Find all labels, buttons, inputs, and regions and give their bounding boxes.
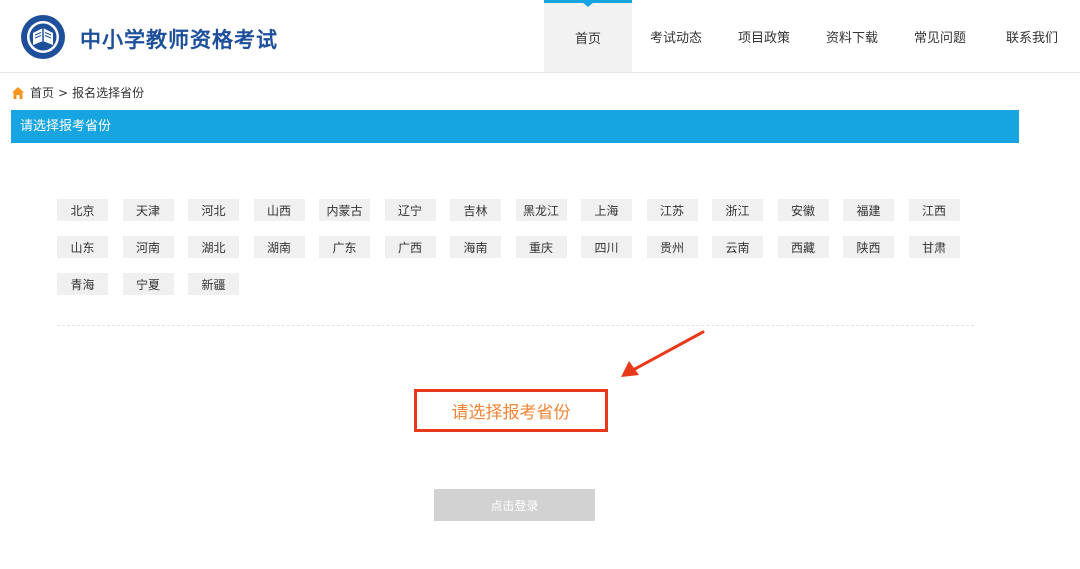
breadcrumb-current: 报名选择省份 <box>72 86 145 100</box>
province-row: 青海 宁夏 新疆 <box>57 273 977 295</box>
province-button[interactable]: 江苏 <box>646 199 698 221</box>
province-button[interactable]: 河北 <box>188 199 239 221</box>
province-button[interactable]: 四川 <box>581 236 632 258</box>
site-title[interactable]: 中小学教师资格考试 <box>80 24 278 54</box>
province-button[interactable]: 福建 <box>843 199 894 221</box>
province-button[interactable]: 内蒙古 <box>319 199 370 221</box>
province-button[interactable]: 山西 <box>253 199 305 221</box>
province-button[interactable]: 甘肃 <box>908 236 960 258</box>
nav-faq[interactable]: 常见问题 <box>896 0 984 72</box>
login-button[interactable]: 点击登录 <box>434 489 595 521</box>
breadcrumb-separator: > <box>58 85 69 100</box>
province-button[interactable]: 青海 <box>57 273 108 295</box>
province-button[interactable]: 广东 <box>319 236 370 258</box>
breadcrumb-home-link[interactable]: 首页 <box>30 84 54 101</box>
province-list: 北京 天津 河北 山西 内蒙古 辽宁 吉林 黑龙江 上海 江苏 浙江 安徽 福建… <box>57 199 977 310</box>
breadcrumb: 首页 > 报名选择省份 <box>11 84 144 101</box>
province-button[interactable]: 河南 <box>122 236 174 258</box>
province-button[interactable]: 辽宁 <box>384 199 436 221</box>
province-button[interactable]: 天津 <box>122 199 174 221</box>
province-button[interactable]: 重庆 <box>515 236 567 258</box>
province-button[interactable]: 北京 <box>57 199 108 221</box>
province-button[interactable]: 陕西 <box>843 236 894 258</box>
home-icon <box>12 86 24 99</box>
province-button[interactable]: 云南 <box>712 236 763 258</box>
province-button[interactable]: 西藏 <box>777 236 829 258</box>
province-row: 山东 河南 湖北 湖南 广东 广西 海南 重庆 四川 贵州 云南 西藏 陕西 甘… <box>57 236 977 258</box>
province-button[interactable]: 新疆 <box>188 273 239 295</box>
province-button[interactable]: 上海 <box>581 199 632 221</box>
province-button[interactable]: 湖南 <box>253 236 305 258</box>
province-button[interactable]: 贵州 <box>646 236 698 258</box>
select-province-prompt: 请选择报考省份 <box>414 389 608 432</box>
province-row: 北京 天津 河北 山西 内蒙古 辽宁 吉林 黑龙江 上海 江苏 浙江 安徽 福建… <box>57 199 977 221</box>
province-button[interactable]: 宁夏 <box>122 273 174 295</box>
nav-exam-news[interactable]: 考试动态 <box>632 0 720 72</box>
province-button[interactable]: 广西 <box>384 236 436 258</box>
province-button[interactable]: 浙江 <box>712 199 763 221</box>
nav-home[interactable]: 首页 <box>544 0 632 72</box>
exam-center-logo-icon[interactable] <box>14 14 72 60</box>
province-button[interactable]: 黑龙江 <box>515 199 567 221</box>
nav-contact[interactable]: 联系我们 <box>984 0 1080 72</box>
dashed-divider <box>57 325 974 326</box>
arrow-annotation-icon <box>621 330 705 377</box>
province-button[interactable]: 山东 <box>57 236 108 258</box>
nav-policy[interactable]: 项目政策 <box>720 0 808 72</box>
province-button[interactable]: 安徽 <box>777 199 829 221</box>
section-header: 请选择报考省份 <box>11 110 1019 143</box>
main-nav: 首页 考试动态 项目政策 资料下载 常见问题 联系我们 <box>544 0 1080 72</box>
province-button[interactable]: 海南 <box>450 236 501 258</box>
site-header: 中小学教师资格考试 首页 考试动态 项目政策 资料下载 常见问题 联系我们 <box>0 0 1080 73</box>
province-button[interactable]: 湖北 <box>188 236 239 258</box>
nav-downloads[interactable]: 资料下载 <box>808 0 896 72</box>
province-button[interactable]: 江西 <box>908 199 960 221</box>
province-button[interactable]: 吉林 <box>450 199 501 221</box>
